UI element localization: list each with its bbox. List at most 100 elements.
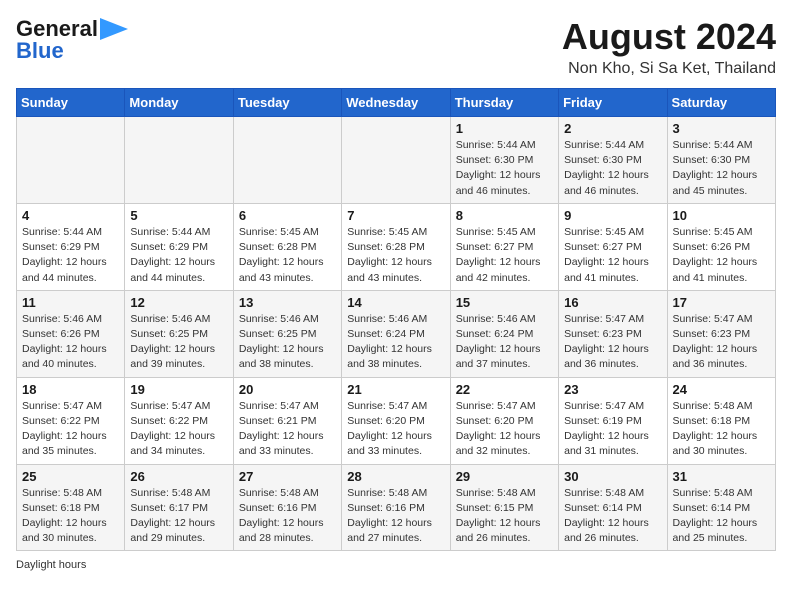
day-number: 12 — [130, 295, 227, 310]
calendar-cell: 26Sunrise: 5:48 AM Sunset: 6:17 PM Dayli… — [125, 464, 233, 551]
calendar-cell: 23 Sunrise: 5:47 AM Sunset: 6:19 PM Dayli… — [559, 377, 667, 464]
day-number: 19 — [130, 382, 227, 397]
calendar-cell — [17, 117, 125, 204]
day-info: Sunrise: 5:44 AM Sunset: 6:30 PM Dayligh… — [456, 138, 553, 199]
day-number: 8 — [456, 208, 553, 223]
day-number: 27 — [239, 469, 336, 484]
day-number: 10 — [673, 208, 770, 223]
day-info: Sunrise: 5:46 AM Sunset: 6:25 PM Dayligh… — [239, 312, 336, 373]
calendar-week-row: 18Sunrise: 5:47 AM Sunset: 6:22 PM Dayli… — [17, 377, 776, 464]
day-info: Sunrise: 5:48 AM Sunset: 6:18 PM Dayligh… — [22, 486, 119, 547]
day-info: Sunrise: 5:48 AM Sunset: 6:14 PM Dayligh… — [673, 486, 770, 547]
day-number: 22 — [456, 382, 553, 397]
calendar-cell: 6 Sunrise: 5:45 AM Sunset: 6:28 PM Daylig… — [233, 203, 341, 290]
weekday-header-monday: Monday — [125, 89, 233, 117]
logo-arrow-icon — [100, 18, 128, 40]
day-number: 16 — [564, 295, 661, 310]
calendar-cell: 13 Sunrise: 5:46 AM Sunset: 6:25 PM Dayli… — [233, 290, 341, 377]
day-info: Sunrise: 5:46 AM Sunset: 6:25 PM Dayligh… — [130, 312, 227, 373]
calendar-cell: 24Sunrise: 5:48 AM Sunset: 6:18 PM Dayli… — [667, 377, 775, 464]
calendar-cell: 25Sunrise: 5:48 AM Sunset: 6:18 PM Dayli… — [17, 464, 125, 551]
day-number: 21 — [347, 382, 444, 397]
calendar-cell: 3Sunrise: 5:44 AM Sunset: 6:30 PM Daylig… — [667, 117, 775, 204]
calendar-cell: 20 Sunrise: 5:47 AM Sunset: 6:21 PM Dayli… — [233, 377, 341, 464]
day-info: Sunrise: 5:44 AM Sunset: 6:29 PM Dayligh… — [130, 225, 227, 286]
calendar-cell — [342, 117, 450, 204]
calendar-cell: 29Sunrise: 5:48 AM Sunset: 6:15 PM Dayli… — [450, 464, 558, 551]
logo: General Blue — [16, 16, 128, 64]
calendar-cell: 7Sunrise: 5:45 AM Sunset: 6:28 PM Daylig… — [342, 203, 450, 290]
day-number: 5 — [130, 208, 227, 223]
day-info: Sunrise: 5:45 AM Sunset: 6:27 PM Dayligh… — [456, 225, 553, 286]
weekday-header-thursday: Thursday — [450, 89, 558, 117]
day-info: Sunrise: 5:48 AM Sunset: 6:15 PM Dayligh… — [456, 486, 553, 547]
day-info: Sunrise: 5:48 AM Sunset: 6:16 PM Dayligh… — [239, 486, 336, 547]
calendar-cell: 21 Sunrise: 5:47 AM Sunset: 6:20 PM Dayli… — [342, 377, 450, 464]
calendar-cell: 9 Sunrise: 5:45 AM Sunset: 6:27 PM Daylig… — [559, 203, 667, 290]
day-info: Sunrise: 5:45 AM Sunset: 6:27 PM Dayligh… — [564, 225, 661, 286]
calendar-cell: 15Sunrise: 5:46 AM Sunset: 6:24 PM Dayli… — [450, 290, 558, 377]
page-subtitle: Non Kho, Si Sa Ket, Thailand — [562, 60, 776, 78]
day-number: 31 — [673, 469, 770, 484]
day-info: Sunrise: 5:47 AM Sunset: 6:19 PM Dayligh… — [564, 399, 661, 460]
calendar-cell: 1 Sunrise: 5:44 AM Sunset: 6:30 PM Daylig… — [450, 117, 558, 204]
calendar-cell: 14 Sunrise: 5:46 AM Sunset: 6:24 PM Dayli… — [342, 290, 450, 377]
weekday-header-saturday: Saturday — [667, 89, 775, 117]
day-info: Sunrise: 5:44 AM Sunset: 6:30 PM Dayligh… — [564, 138, 661, 199]
calendar-cell: 11 Sunrise: 5:46 AM Sunset: 6:26 PM Dayli… — [17, 290, 125, 377]
day-number: 28 — [347, 469, 444, 484]
day-info: Sunrise: 5:48 AM Sunset: 6:16 PM Dayligh… — [347, 486, 444, 547]
calendar-cell: 19 Sunrise: 5:47 AM Sunset: 6:22 PM Dayli… — [125, 377, 233, 464]
weekday-header-wednesday: Wednesday — [342, 89, 450, 117]
day-number: 11 — [22, 295, 119, 310]
day-info: Sunrise: 5:47 AM Sunset: 6:21 PM Dayligh… — [239, 399, 336, 460]
day-number: 23 — [564, 382, 661, 397]
header: General Blue August 2024 Non Kho, Si Sa … — [16, 16, 776, 78]
calendar-cell: 10Sunrise: 5:45 AM Sunset: 6:26 PM Dayli… — [667, 203, 775, 290]
day-info: Sunrise: 5:45 AM Sunset: 6:28 PM Dayligh… — [239, 225, 336, 286]
calendar-cell: 17 Sunrise: 5:47 AM Sunset: 6:23 PM Dayli… — [667, 290, 775, 377]
day-number: 1 — [456, 121, 553, 136]
day-info: Sunrise: 5:47 AM Sunset: 6:23 PM Dayligh… — [673, 312, 770, 373]
weekday-header-sunday: Sunday — [17, 89, 125, 117]
day-number: 9 — [564, 208, 661, 223]
day-info: Sunrise: 5:47 AM Sunset: 6:22 PM Dayligh… — [130, 399, 227, 460]
day-info: Sunrise: 5:48 AM Sunset: 6:14 PM Dayligh… — [564, 486, 661, 547]
calendar-week-row: 4 Sunrise: 5:44 AM Sunset: 6:29 PM Daylig… — [17, 203, 776, 290]
day-number: 13 — [239, 295, 336, 310]
day-number: 30 — [564, 469, 661, 484]
calendar-cell — [233, 117, 341, 204]
day-info: Sunrise: 5:47 AM Sunset: 6:20 PM Dayligh… — [347, 399, 444, 460]
weekday-header-friday: Friday — [559, 89, 667, 117]
calendar-cell: 5 Sunrise: 5:44 AM Sunset: 6:29 PM Daylig… — [125, 203, 233, 290]
footer-note: Daylight hours — [16, 559, 776, 571]
day-info: Sunrise: 5:46 AM Sunset: 6:24 PM Dayligh… — [456, 312, 553, 373]
day-number: 17 — [673, 295, 770, 310]
day-number: 14 — [347, 295, 444, 310]
calendar-cell — [125, 117, 233, 204]
day-info: Sunrise: 5:44 AM Sunset: 6:29 PM Dayligh… — [22, 225, 119, 286]
daylight-hours-label: Daylight hours — [16, 559, 86, 571]
day-info: Sunrise: 5:48 AM Sunset: 6:18 PM Dayligh… — [673, 399, 770, 460]
weekday-header-row: SundayMondayTuesdayWednesdayThursdayFrid… — [17, 89, 776, 117]
calendar-cell: 30 Sunrise: 5:48 AM Sunset: 6:14 PM Dayli… — [559, 464, 667, 551]
calendar-cell: 8 Sunrise: 5:45 AM Sunset: 6:27 PM Daylig… — [450, 203, 558, 290]
day-number: 6 — [239, 208, 336, 223]
title-area: August 2024 Non Kho, Si Sa Ket, Thailand — [562, 16, 776, 78]
day-info: Sunrise: 5:46 AM Sunset: 6:24 PM Dayligh… — [347, 312, 444, 373]
calendar-week-row: 11 Sunrise: 5:46 AM Sunset: 6:26 PM Dayli… — [17, 290, 776, 377]
day-number: 7 — [347, 208, 444, 223]
day-info: Sunrise: 5:46 AM Sunset: 6:26 PM Dayligh… — [22, 312, 119, 373]
day-info: Sunrise: 5:47 AM Sunset: 6:22 PM Dayligh… — [22, 399, 119, 460]
calendar-week-row: 1 Sunrise: 5:44 AM Sunset: 6:30 PM Daylig… — [17, 117, 776, 204]
day-number: 2 — [564, 121, 661, 136]
day-number: 20 — [239, 382, 336, 397]
calendar-cell: 16 Sunrise: 5:47 AM Sunset: 6:23 PM Dayli… — [559, 290, 667, 377]
calendar-cell: 28 Sunrise: 5:48 AM Sunset: 6:16 PM Dayli… — [342, 464, 450, 551]
calendar-cell: 22Sunrise: 5:47 AM Sunset: 6:20 PM Dayli… — [450, 377, 558, 464]
page-title: August 2024 — [562, 16, 776, 58]
day-number: 4 — [22, 208, 119, 223]
day-number: 26 — [130, 469, 227, 484]
day-info: Sunrise: 5:47 AM Sunset: 6:23 PM Dayligh… — [564, 312, 661, 373]
weekday-header-tuesday: Tuesday — [233, 89, 341, 117]
